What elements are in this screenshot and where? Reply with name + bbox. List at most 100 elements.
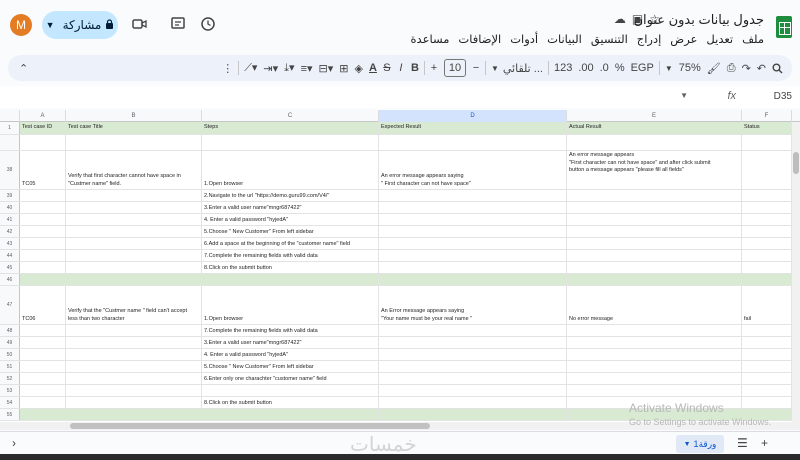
cell-col-e[interactable] (567, 226, 742, 237)
horizontal-align-icon[interactable]: ≡▾ (298, 58, 316, 78)
cell-col-b[interactable] (66, 373, 202, 384)
cell-col-e[interactable]: Actual Result (567, 122, 742, 134)
row-header[interactable]: 47 (0, 286, 20, 324)
cell-col-e[interactable] (567, 337, 742, 348)
print-icon[interactable]: ⎙ (724, 58, 739, 78)
row-header[interactable]: 45 (0, 262, 20, 273)
cell-col-f[interactable] (742, 337, 792, 348)
cell-col-a[interactable] (20, 250, 66, 261)
cell-col-f[interactable] (742, 373, 792, 384)
cell-col-d[interactable] (379, 190, 567, 201)
cell-col-b[interactable] (66, 349, 202, 360)
text-wrap-icon[interactable]: ⇥▾ (260, 58, 281, 78)
more-options-icon[interactable]: ⋮ (219, 58, 236, 78)
column-header-e[interactable]: E (567, 110, 742, 122)
cell-col-c[interactable]: Steps (202, 122, 379, 134)
cell-col-d[interactable] (379, 361, 567, 372)
cell-col-e[interactable] (567, 262, 742, 273)
cell-col-c[interactable]: 7.Complete the remaining fields with val… (202, 325, 379, 336)
row-header[interactable]: 40 (0, 202, 20, 213)
cell-col-b[interactable] (66, 274, 202, 285)
font-size-increase-icon[interactable]: + (427, 58, 441, 78)
sheet-tab-1[interactable]: ورقة1 ▼ (676, 435, 724, 453)
all-sheets-icon[interactable]: ☰ (737, 436, 748, 450)
cell-col-c[interactable]: 3.Enter a valid user name"mngr687422" (202, 202, 379, 213)
row-header[interactable]: 55 (0, 409, 20, 420)
cell-col-f[interactable] (742, 135, 792, 150)
cell-col-a[interactable] (20, 409, 66, 420)
cell-col-b[interactable] (66, 262, 202, 273)
cell-col-d[interactable]: An Error message appears saying "Your na… (379, 286, 567, 324)
cell-col-f[interactable] (742, 190, 792, 201)
cell-col-c[interactable]: 1.Open browser (202, 151, 379, 189)
text-color-button[interactable]: A (366, 58, 380, 78)
cell-col-a[interactable] (20, 190, 66, 201)
menu-edit[interactable]: تعديل (706, 32, 733, 46)
select-all-corner[interactable] (0, 110, 20, 122)
font-family-select[interactable]: ▼ تلقائي ... (488, 58, 546, 78)
cell-col-d[interactable]: An error message appears saying " First … (379, 151, 567, 189)
cell-col-c[interactable]: 1.Open browser (202, 286, 379, 324)
cell-col-b[interactable] (66, 397, 202, 408)
row-header[interactable]: 54 (0, 397, 20, 408)
cell-col-a[interactable] (20, 214, 66, 225)
currency-button[interactable]: EGP (628, 58, 657, 78)
row-header[interactable]: 49 (0, 337, 20, 348)
cell-col-a[interactable] (20, 337, 66, 348)
row-header[interactable]: 43 (0, 238, 20, 249)
cell-col-b[interactable]: Verify that first character cannot have … (66, 151, 202, 189)
cell-col-d[interactable] (379, 226, 567, 237)
cell-col-c[interactable]: 4. Enter a valid password "hyjedA" (202, 214, 379, 225)
cell-col-d[interactable] (379, 337, 567, 348)
row-header[interactable]: 41 (0, 214, 20, 225)
row-header[interactable]: 48 (0, 325, 20, 336)
cell-col-d[interactable]: Expected Result (379, 122, 567, 134)
cell-col-b[interactable] (66, 337, 202, 348)
menu-extensions[interactable]: الإضافات (458, 32, 501, 46)
redo-icon[interactable]: ↷ (739, 58, 754, 78)
decrease-decimal-button[interactable]: .0 (597, 58, 612, 78)
cell-col-b[interactable] (66, 202, 202, 213)
cell-col-e[interactable] (567, 325, 742, 336)
cell-col-e[interactable] (567, 385, 742, 396)
bold-button[interactable]: B (408, 58, 422, 78)
cell-col-f[interactable] (742, 202, 792, 213)
cell-col-d[interactable] (379, 397, 567, 408)
cell-col-d[interactable] (379, 325, 567, 336)
scroll-thumb[interactable] (70, 423, 430, 429)
scroll-thumb[interactable] (793, 152, 799, 174)
cell-col-d[interactable] (379, 135, 567, 150)
menu-data[interactable]: البيانات (547, 32, 582, 46)
cell-col-d[interactable] (379, 202, 567, 213)
cell-col-f[interactable]: fail (742, 286, 792, 324)
cell-col-a[interactable] (20, 361, 66, 372)
cell-col-c[interactable]: 5.Choose " New Customer" From left sideb… (202, 361, 379, 372)
cell-col-c[interactable]: 4. Enter a valid password "hyjedA" (202, 349, 379, 360)
row-header[interactable]: 1 (0, 122, 20, 134)
cell-col-a[interactable] (20, 385, 66, 396)
cell-col-a[interactable]: TC05 (20, 151, 66, 189)
zoom-select[interactable]: ▼ 75% (662, 58, 704, 78)
cell-col-e[interactable] (567, 214, 742, 225)
name-box[interactable]: D35 (774, 91, 792, 102)
cell-col-a[interactable] (20, 274, 66, 285)
cell-col-b[interactable] (66, 361, 202, 372)
meet-icon[interactable] (130, 14, 150, 34)
cell-col-c[interactable] (202, 135, 379, 150)
cell-col-b[interactable] (66, 250, 202, 261)
row-header[interactable]: 51 (0, 361, 20, 372)
strikethrough-icon[interactable]: S (380, 58, 394, 78)
cell-col-b[interactable]: Test case Title (66, 122, 202, 134)
menu-tools[interactable]: أدوات (510, 32, 538, 46)
cell-col-e[interactable] (567, 238, 742, 249)
cell-col-a[interactable] (20, 349, 66, 360)
cell-col-e[interactable] (567, 373, 742, 384)
cell-col-f[interactable]: Status (742, 122, 792, 134)
row-header[interactable]: 38 (0, 151, 20, 189)
cell-col-e[interactable]: No error message (567, 286, 742, 324)
chevron-right-icon[interactable]: › (12, 436, 16, 450)
cell-col-e[interactable] (567, 274, 742, 285)
cell-col-d[interactable] (379, 349, 567, 360)
cell-col-c[interactable]: 3.Enter a valid user name"mngr687422" (202, 337, 379, 348)
column-header-d[interactable]: D (379, 110, 567, 122)
